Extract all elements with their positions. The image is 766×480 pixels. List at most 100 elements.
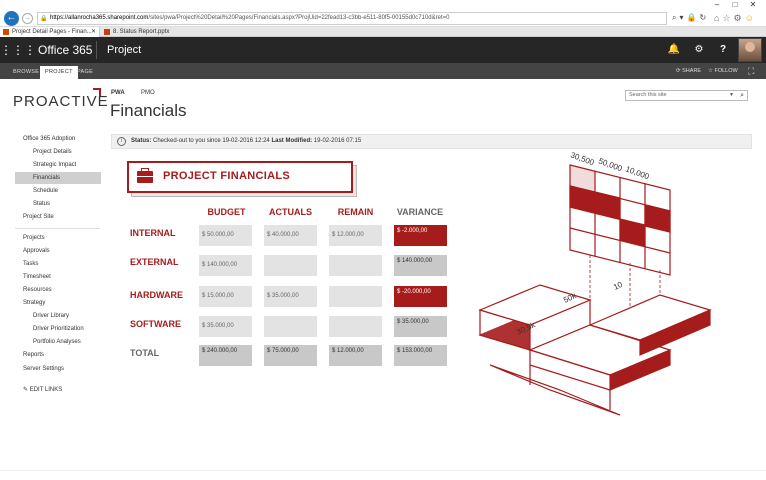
dropdown-icon[interactable]: ▾ bbox=[679, 13, 686, 22]
nav-item-timesheet[interactable]: Timesheet bbox=[23, 274, 51, 280]
nav-item-status[interactable]: Status bbox=[33, 201, 50, 207]
column-header-variance: VARIANCE bbox=[396, 207, 444, 217]
toplink-pmo[interactable]: PMO bbox=[141, 90, 155, 96]
edit-links-button[interactable]: ✎ EDIT LINKS bbox=[23, 386, 62, 393]
status-text: Checked-out to you since 19-02-2016 12:2… bbox=[153, 138, 270, 144]
browser-tab-project[interactable]: Project Detail Pages - Finan... ✕ bbox=[0, 27, 100, 37]
cell-software-budget[interactable]: $ 35.000,00 bbox=[199, 316, 252, 337]
nav-item-project-details[interactable]: Project Details bbox=[33, 149, 72, 155]
illustration-blocks bbox=[478, 284, 712, 416]
url-path: /sites/pwa/Project%20Detail%20Pages/Fina… bbox=[148, 15, 450, 21]
ribbon-tab-browse[interactable]: BROWSE bbox=[8, 66, 44, 79]
maximize-icon[interactable]: □ bbox=[728, 0, 742, 10]
refresh-icon[interactable]: ↻ bbox=[699, 13, 709, 22]
notification-bell-icon[interactable]: 🔔 bbox=[662, 37, 686, 63]
cell-external-remain[interactable] bbox=[329, 255, 382, 276]
ribbon-bar: BROWSE PROJECT PAGE ⟳ SHARE ☆ FOLLOW ⛶ bbox=[0, 63, 766, 79]
share-label: SHARE bbox=[682, 68, 702, 74]
smiley-icon[interactable]: ☺ bbox=[745, 13, 757, 23]
search-icon[interactable]: ⌕ bbox=[740, 91, 744, 100]
nav-item-strategy[interactable]: Strategy bbox=[23, 300, 45, 306]
cell-software-variance: $ 35.000,00 bbox=[394, 316, 447, 337]
cell-external-actuals[interactable] bbox=[264, 255, 317, 276]
help-icon[interactable]: ? bbox=[711, 37, 735, 63]
info-icon: i bbox=[117, 137, 126, 146]
nav-item-projects[interactable]: Projects bbox=[23, 235, 45, 241]
cell-internal-variance: $ -2.000,00 bbox=[394, 225, 447, 246]
nav-item-office365-adoption[interactable]: Office 365 Adoption bbox=[23, 136, 75, 142]
share-button[interactable]: ⟳ SHARE bbox=[676, 63, 701, 79]
illustration-label-30500: 30,500 bbox=[569, 150, 596, 167]
window-titlebar: – □ ✕ bbox=[0, 0, 766, 10]
lock-icon: 🔒 bbox=[40, 16, 48, 22]
cell-hardware-budget[interactable]: $ 15.000,00 bbox=[199, 286, 252, 307]
row-label-internal: INTERNAL bbox=[130, 228, 176, 238]
share-icon: ⟳ bbox=[676, 68, 681, 74]
browser-icons: ⌂☆⚙☺ bbox=[714, 13, 757, 24]
lock-status-icon[interactable]: 🔒 bbox=[687, 13, 700, 22]
edit-links-label: EDIT LINKS bbox=[29, 387, 63, 393]
toplink-pwa[interactable]: PWA bbox=[111, 90, 125, 96]
cell-hardware-actuals[interactable]: $ 35.000,00 bbox=[264, 286, 317, 307]
column-header-budget: BUDGET bbox=[207, 207, 246, 217]
cell-total-variance: $ 153.000,00 bbox=[394, 345, 447, 366]
app-launcher-icon[interactable]: ⋮⋮⋮ bbox=[0, 37, 36, 63]
close-icon[interactable]: ✕ bbox=[746, 0, 760, 10]
star-icon[interactable]: ☆ bbox=[722, 13, 733, 23]
nav-item-financials[interactable]: Financials bbox=[15, 172, 101, 184]
cell-total-actuals: $ 75.000,00 bbox=[264, 345, 317, 366]
url-input[interactable]: https://allanrocha365.sharepoint.com/sit… bbox=[37, 12, 667, 25]
illustration-label-10000: 10,000 bbox=[624, 164, 651, 181]
nav-item-project-site[interactable]: Project Site bbox=[23, 214, 54, 220]
site-search-input[interactable]: Search this site ▼ ⌕ bbox=[625, 90, 748, 101]
cell-software-remain[interactable] bbox=[329, 316, 382, 337]
row-label-hardware: HARDWARE bbox=[130, 290, 183, 300]
forward-arrow-icon[interactable]: → bbox=[22, 13, 33, 24]
nav-item-strategic-impact[interactable]: Strategic Impact bbox=[33, 162, 76, 168]
window-bottom-edge bbox=[0, 470, 766, 480]
isometric-illustration: 30,500 50,000 10,000 50k 10 30,5k bbox=[478, 150, 712, 416]
nav-item-portfolio-analyses[interactable]: Portfolio Analyses bbox=[33, 339, 81, 345]
nav-item-driver-prioritization[interactable]: Driver Prioritization bbox=[33, 326, 84, 332]
follow-button[interactable]: ☆ FOLLOW bbox=[708, 63, 738, 79]
ribbon-tab-page[interactable]: PAGE bbox=[72, 66, 98, 79]
cell-internal-remain[interactable]: $ 12.000,00 bbox=[329, 225, 382, 246]
minimize-icon[interactable]: – bbox=[710, 0, 724, 10]
chevron-down-icon[interactable]: ▼ bbox=[729, 91, 734, 100]
back-arrow-icon[interactable]: ← bbox=[4, 11, 19, 26]
nav-item-approvals[interactable]: Approvals bbox=[23, 248, 50, 254]
nav-item-reports[interactable]: Reports bbox=[23, 352, 44, 358]
tab-label: Project Detail Pages - Finan... bbox=[12, 29, 92, 35]
nav-divider bbox=[15, 228, 100, 229]
cell-internal-budget[interactable]: $ 50.000,00 bbox=[199, 225, 252, 246]
nav-item-resources[interactable]: Resources bbox=[23, 287, 52, 293]
settings-gear-icon[interactable]: ⚙ bbox=[687, 37, 711, 63]
suite-app-title[interactable]: Project bbox=[107, 37, 141, 63]
follow-label: FOLLOW bbox=[714, 68, 738, 74]
illustration-label-50000: 50,000 bbox=[597, 156, 624, 173]
logo-mark bbox=[93, 88, 101, 96]
cell-total-remain: $ 12.000,00 bbox=[329, 345, 382, 366]
cell-hardware-remain[interactable] bbox=[329, 286, 382, 307]
cell-external-variance: $ 140.000,00 bbox=[394, 255, 447, 276]
nav-item-tasks[interactable]: Tasks bbox=[23, 261, 38, 267]
nav-item-driver-library[interactable]: Driver Library bbox=[33, 313, 69, 319]
column-header-remain: REMAIN bbox=[337, 207, 374, 217]
url-tools: ⌕▾🔒↻ bbox=[672, 13, 709, 23]
suite-divider bbox=[96, 41, 97, 59]
user-avatar[interactable] bbox=[738, 38, 762, 62]
gear-icon[interactable]: ⚙ bbox=[734, 13, 745, 23]
cell-external-budget[interactable]: $ 140.000,00 bbox=[199, 255, 252, 276]
office365-brand[interactable]: Office 365 bbox=[38, 37, 92, 63]
browser-tab-status-report[interactable]: 8. Status Report.pptx bbox=[101, 27, 211, 37]
cell-software-actuals[interactable] bbox=[264, 316, 317, 337]
cell-hardware-variance: $ -20.000,00 bbox=[394, 286, 447, 307]
nav-item-server-settings[interactable]: Server Settings bbox=[23, 366, 64, 372]
cell-internal-actuals[interactable]: $ 40.000,00 bbox=[264, 225, 317, 246]
search-placeholder: Search this site bbox=[629, 92, 667, 98]
status-label: Status: bbox=[131, 138, 152, 144]
tab-close-icon[interactable]: ✕ bbox=[91, 27, 96, 37]
url-host: https://allanrocha365.sharepoint.com bbox=[50, 15, 149, 21]
nav-item-schedule[interactable]: Schedule bbox=[33, 188, 58, 194]
focus-mode-icon[interactable]: ⛶ bbox=[748, 63, 754, 79]
